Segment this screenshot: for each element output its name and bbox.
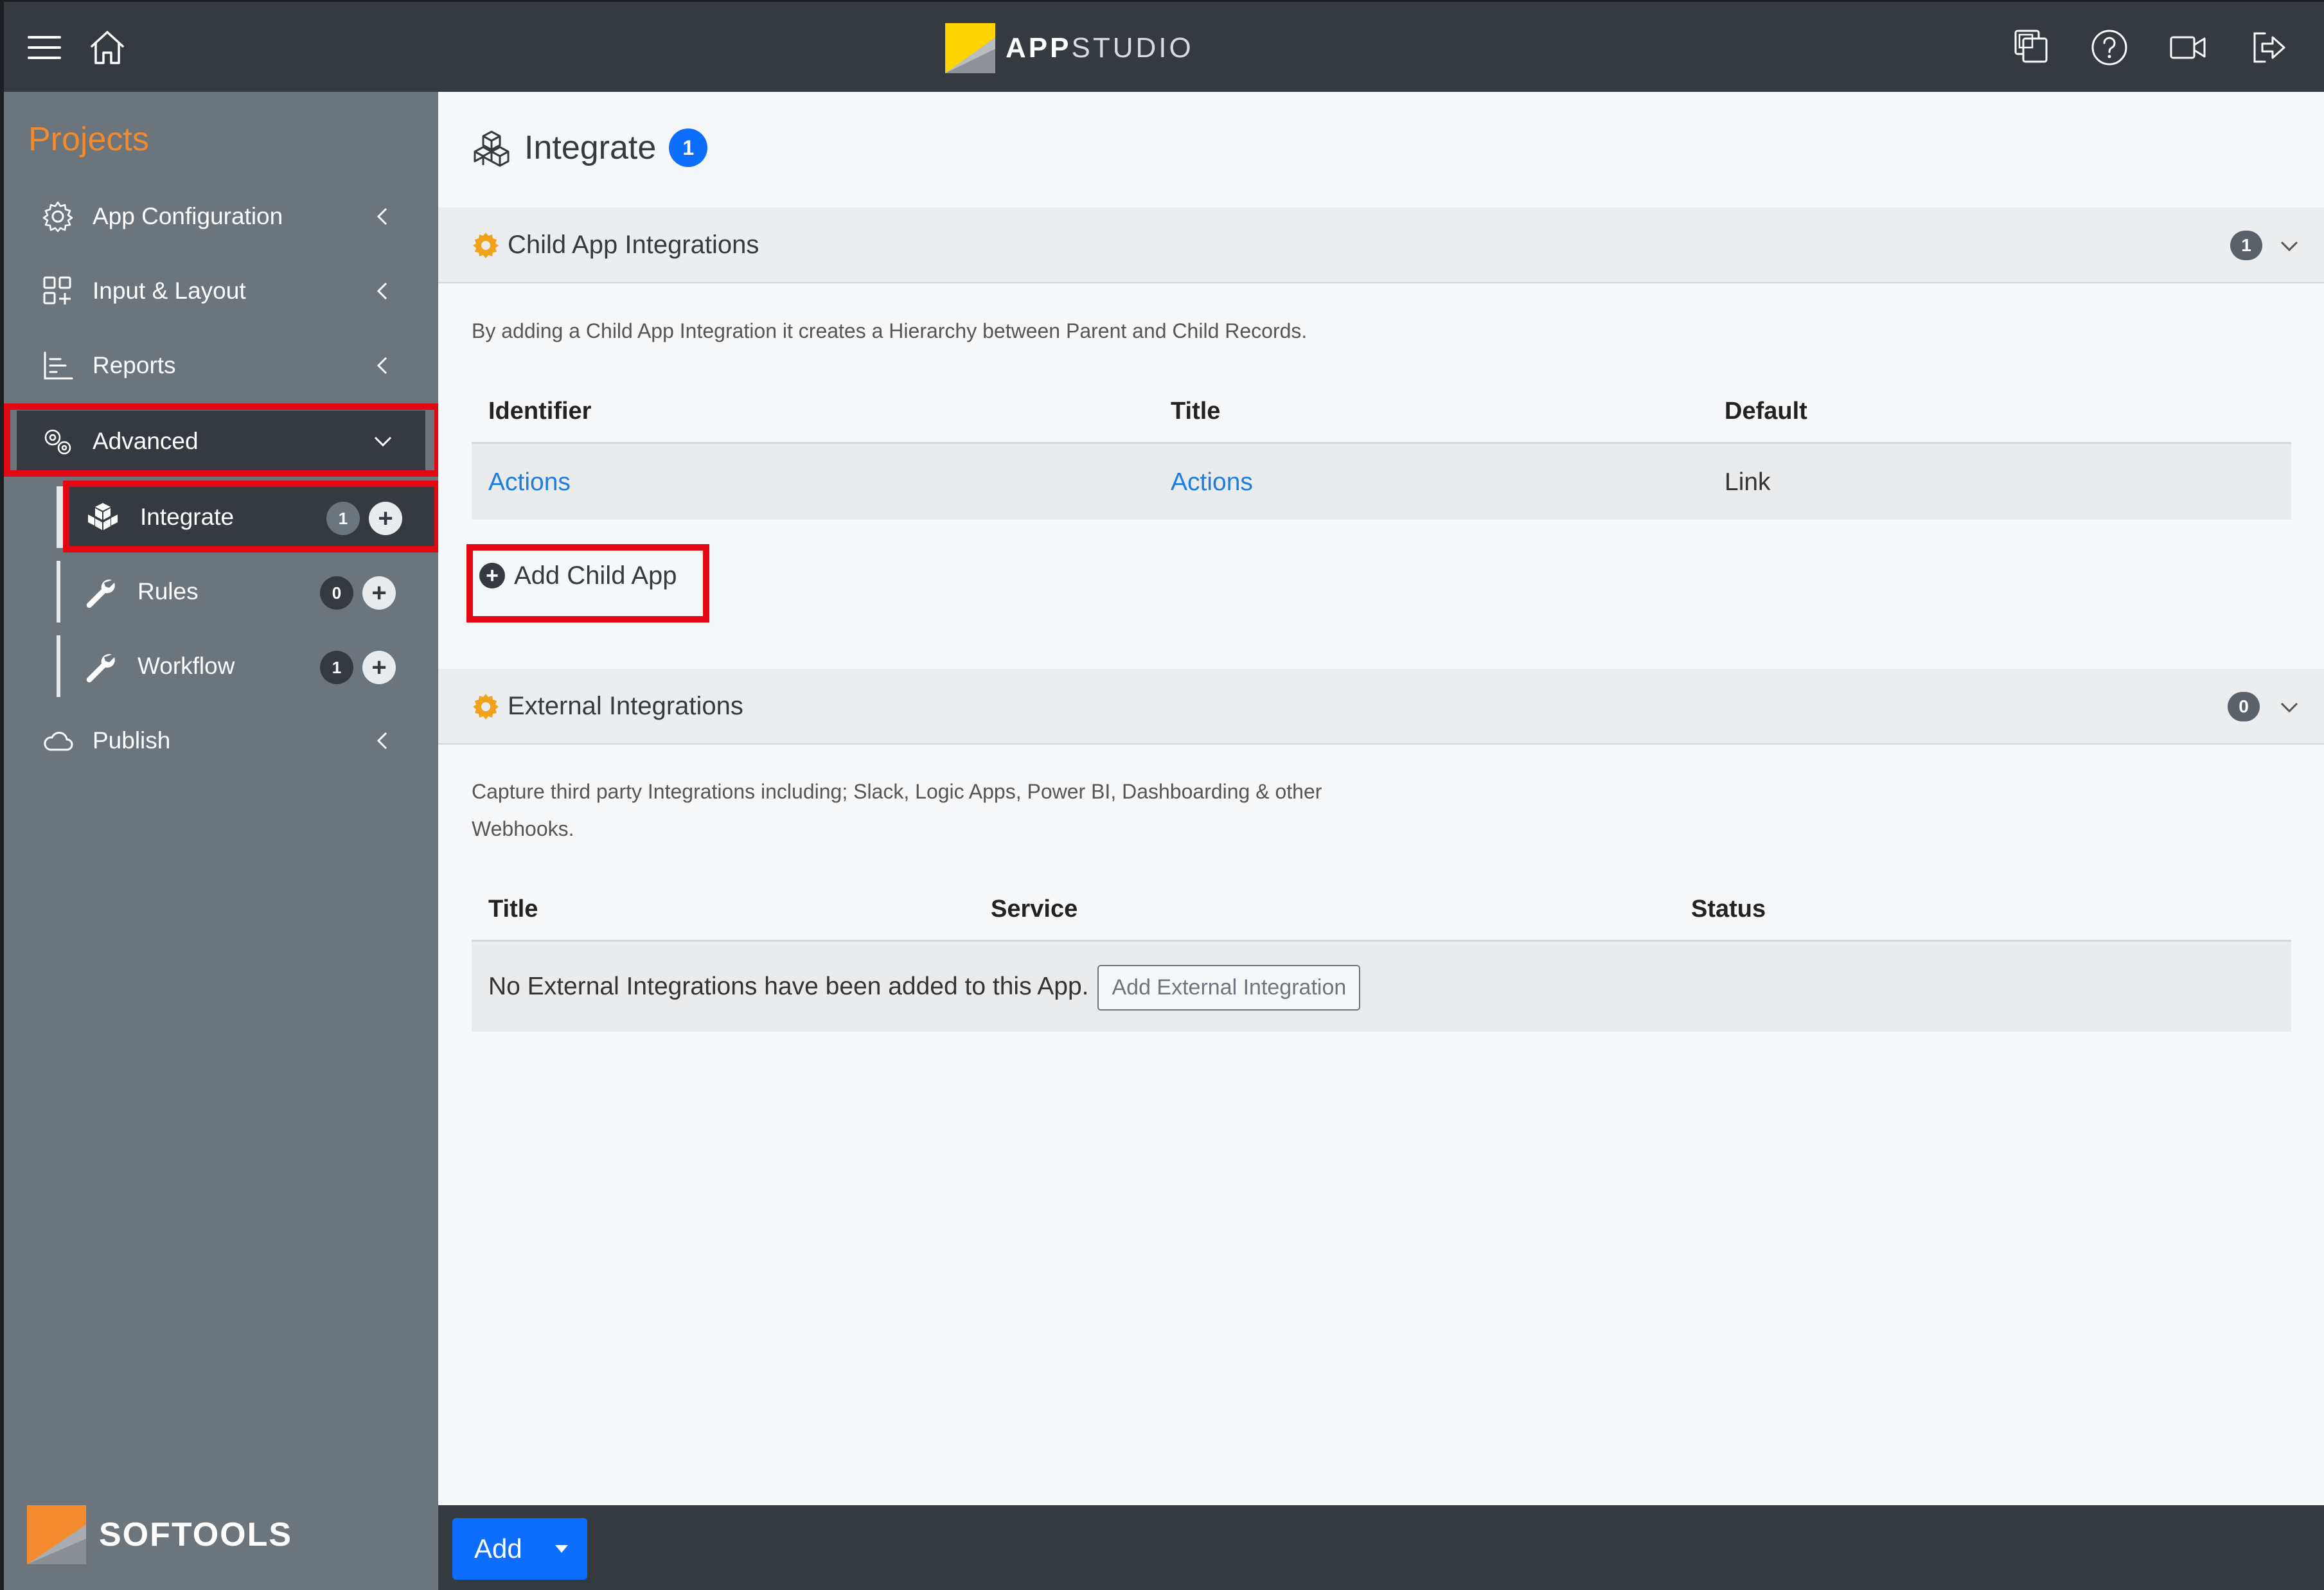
- chart-icon: [40, 348, 76, 384]
- rules-count-badge: 0: [320, 576, 353, 610]
- layout-icon: [40, 273, 76, 309]
- table-row: No External Integrations have been added…: [472, 942, 2291, 1032]
- sidebar-item-reports[interactable]: Reports: [17, 335, 425, 396]
- empty-state: No External Integrations have been added…: [488, 965, 1361, 1011]
- add-rule-button[interactable]: +: [362, 576, 396, 610]
- video-icon[interactable]: [2167, 26, 2209, 69]
- external-section-description: Capture third party Integrations includi…: [472, 780, 1322, 840]
- identifier-link[interactable]: Actions: [488, 468, 571, 497]
- add-workflow-button[interactable]: +: [362, 651, 396, 684]
- top-bar: APPSTUDIO: [4, 0, 2324, 92]
- default-value: Link: [1725, 468, 1771, 496]
- table-header: Identifier Title Default: [472, 375, 2291, 444]
- column-header[interactable]: Identifier: [488, 398, 591, 425]
- copy-icon[interactable]: [2010, 26, 2052, 69]
- gear-icon: [473, 233, 499, 258]
- sidebar-item-label: Reports: [93, 352, 176, 378]
- section-title: Child App Integrations: [508, 230, 759, 259]
- logout-icon[interactable]: [2248, 26, 2290, 69]
- chevron-down-icon[interactable]: [2278, 234, 2301, 258]
- sidebar-heading[interactable]: Projects: [28, 120, 149, 159]
- chevron-left-icon: [377, 732, 387, 750]
- chevron-left-icon: [377, 282, 387, 300]
- chevron-left-icon: [377, 208, 387, 225]
- home-icon[interactable]: [86, 26, 129, 69]
- sidebar: Projects App Configuration Input & Layou…: [4, 92, 438, 1590]
- external-count-badge: 0: [2228, 692, 2260, 721]
- sidebar-item-label: Input & Layout: [93, 278, 246, 304]
- menu-icon[interactable]: [23, 26, 66, 69]
- column-header[interactable]: Service: [991, 896, 1078, 923]
- brand: APPSTUDIO: [945, 23, 1194, 73]
- bottom-bar: Add: [438, 1505, 2324, 1590]
- add-dropdown-button[interactable]: Add: [452, 1518, 587, 1580]
- sidebar-item-input-layout[interactable]: Input & Layout: [17, 260, 425, 322]
- column-header[interactable]: Status: [1691, 896, 1766, 923]
- highlight-advanced: [4, 403, 441, 477]
- gear-icon: [473, 694, 499, 720]
- appstudio-logo-icon: [945, 23, 995, 73]
- column-header[interactable]: Default: [1725, 398, 1807, 425]
- column-header[interactable]: Title: [488, 896, 538, 923]
- highlight-add-child-app: [466, 544, 709, 623]
- gear-icon: [40, 199, 76, 234]
- chevron-down-icon[interactable]: [2278, 696, 2301, 719]
- cubes-icon: [474, 130, 510, 167]
- wrench-icon: [82, 648, 118, 684]
- main-content: Integrate 1 Child App Integrations 1 By …: [438, 92, 2324, 1505]
- sidebar-item-label: Publish: [93, 727, 171, 754]
- workflow-count-badge: 1: [320, 651, 353, 684]
- page-title: Integrate 1: [472, 128, 708, 168]
- softools-brand: SOFTOOLS: [27, 1505, 292, 1564]
- page-count-badge: 1: [669, 128, 708, 167]
- softools-logo-icon: [27, 1505, 86, 1564]
- help-icon[interactable]: [2088, 26, 2131, 69]
- section-title: External Integrations: [508, 691, 743, 720]
- highlight-integrate: [63, 481, 441, 552]
- child-count-badge: 1: [2230, 231, 2262, 260]
- wrench-icon: [82, 574, 118, 610]
- column-header[interactable]: Title: [1171, 398, 1220, 425]
- external-integrations-table: Title Service Status No External Integra…: [472, 872, 2291, 1032]
- add-external-integration-button[interactable]: Add External Integration: [1097, 965, 1361, 1011]
- brand-name: APPSTUDIO: [1006, 32, 1194, 64]
- chevron-left-icon: [377, 357, 387, 375]
- table-row[interactable]: Actions Actions Link: [472, 444, 2291, 520]
- table-header: Title Service Status: [472, 872, 2291, 942]
- sidebar-item-publish[interactable]: Publish: [17, 710, 425, 772]
- child-app-integrations-header[interactable]: Child App Integrations 1: [438, 208, 2324, 283]
- sidebar-subitem-workflow[interactable]: Workflow 1 +: [57, 635, 436, 697]
- softools-name: SOFTOOLS: [99, 1516, 293, 1553]
- sidebar-subitem-rules[interactable]: Rules 0 +: [57, 561, 436, 623]
- sidebar-item-app-configuration[interactable]: App Configuration: [17, 186, 425, 247]
- child-app-table: Identifier Title Default Actions Actions…: [472, 375, 2291, 520]
- sidebar-item-label: App Configuration: [93, 203, 283, 229]
- caret-down-icon[interactable]: [555, 1545, 568, 1553]
- app-screen: APPSTUDIO Projects App Configuration Inp…: [4, 0, 2324, 1590]
- sidebar-subitem-label: Workflow: [137, 653, 235, 679]
- external-integrations-header[interactable]: External Integrations 0: [438, 669, 2324, 745]
- child-section-description: By adding a Child App Integration it cre…: [472, 319, 1308, 342]
- cloud-icon: [40, 723, 76, 759]
- title-link[interactable]: Actions: [1171, 468, 1253, 497]
- sidebar-subitem-label: Rules: [137, 578, 199, 605]
